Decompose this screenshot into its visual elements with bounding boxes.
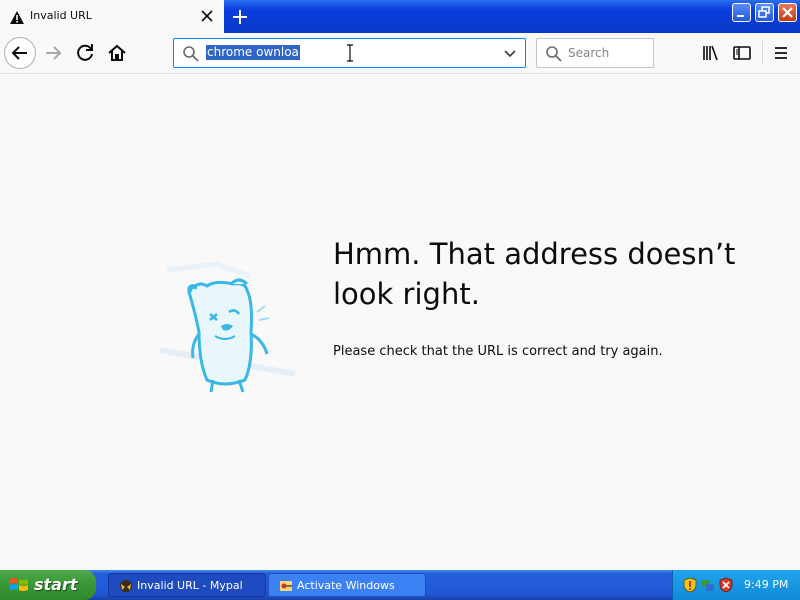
library-button[interactable] [695, 37, 727, 69]
error-illustration [155, 261, 300, 402]
forward-button[interactable] [38, 37, 70, 69]
reload-icon [77, 44, 93, 61]
chevron-down-icon[interactable] [502, 46, 518, 62]
search-placeholder: Search [568, 46, 610, 60]
toolbar-divider [762, 41, 763, 65]
error-message: Please check that the URL is correct and… [333, 344, 663, 359]
library-icon [703, 45, 718, 61]
taskbar-item-label: Invalid URL - Mypal [137, 579, 243, 592]
tab-title: Invalid URL [30, 9, 92, 22]
browser-tab[interactable]: Invalid URL [0, 0, 224, 33]
sidebar-button[interactable] [726, 37, 758, 69]
hamburger-menu-icon [775, 47, 787, 59]
sidebar-icon [733, 46, 751, 60]
search-icon [546, 46, 562, 62]
address-input-value[interactable]: chrome ownloa [206, 45, 300, 60]
search-bar[interactable]: Search [536, 38, 654, 68]
system-tray: 9:49 PM [672, 570, 800, 600]
minimize-button[interactable] [732, 3, 751, 22]
back-arrow-icon [11, 46, 27, 60]
alert-shield-icon[interactable] [719, 577, 733, 593]
back-button[interactable] [4, 37, 36, 69]
taskbar-item-label: Activate Windows [297, 579, 395, 592]
forward-arrow-icon [46, 46, 62, 60]
text-cursor-icon [347, 44, 353, 62]
reload-button[interactable] [70, 37, 102, 69]
menu-button[interactable] [765, 37, 797, 69]
warning-icon [10, 9, 24, 28]
taskbar-item-browser[interactable]: Invalid URL - Mypal [108, 573, 266, 597]
restore-button[interactable] [755, 3, 774, 22]
start-button[interactable]: start [0, 570, 96, 600]
close-window-button[interactable] [778, 3, 797, 22]
new-tab-icon[interactable] [230, 7, 250, 27]
network-icon[interactable] [701, 577, 715, 593]
windows-logo-icon [10, 578, 28, 591]
taskbar: start Invalid URL - Mypal Activate Windo… [0, 570, 800, 600]
error-headline: Hmm. That address doesn’t look right. [333, 237, 736, 311]
activation-key-icon [280, 581, 292, 591]
navigation-toolbar: chrome ownloa Search [0, 33, 800, 74]
confused-creature-illustration-icon [159, 261, 296, 393]
address-bar[interactable]: chrome ownloa [173, 38, 526, 68]
clock: 9:49 PM [744, 578, 789, 591]
home-icon [108, 44, 126, 61]
title-bar: Invalid URL [0, 0, 800, 33]
security-shield-icon[interactable] [683, 577, 697, 593]
mypal-browser-icon [120, 580, 132, 592]
home-button[interactable] [101, 37, 133, 69]
taskbar-item-activate-windows[interactable]: Activate Windows [268, 573, 426, 597]
start-label: start [34, 575, 78, 594]
search-icon [183, 46, 199, 62]
close-tab-icon[interactable] [199, 8, 215, 24]
